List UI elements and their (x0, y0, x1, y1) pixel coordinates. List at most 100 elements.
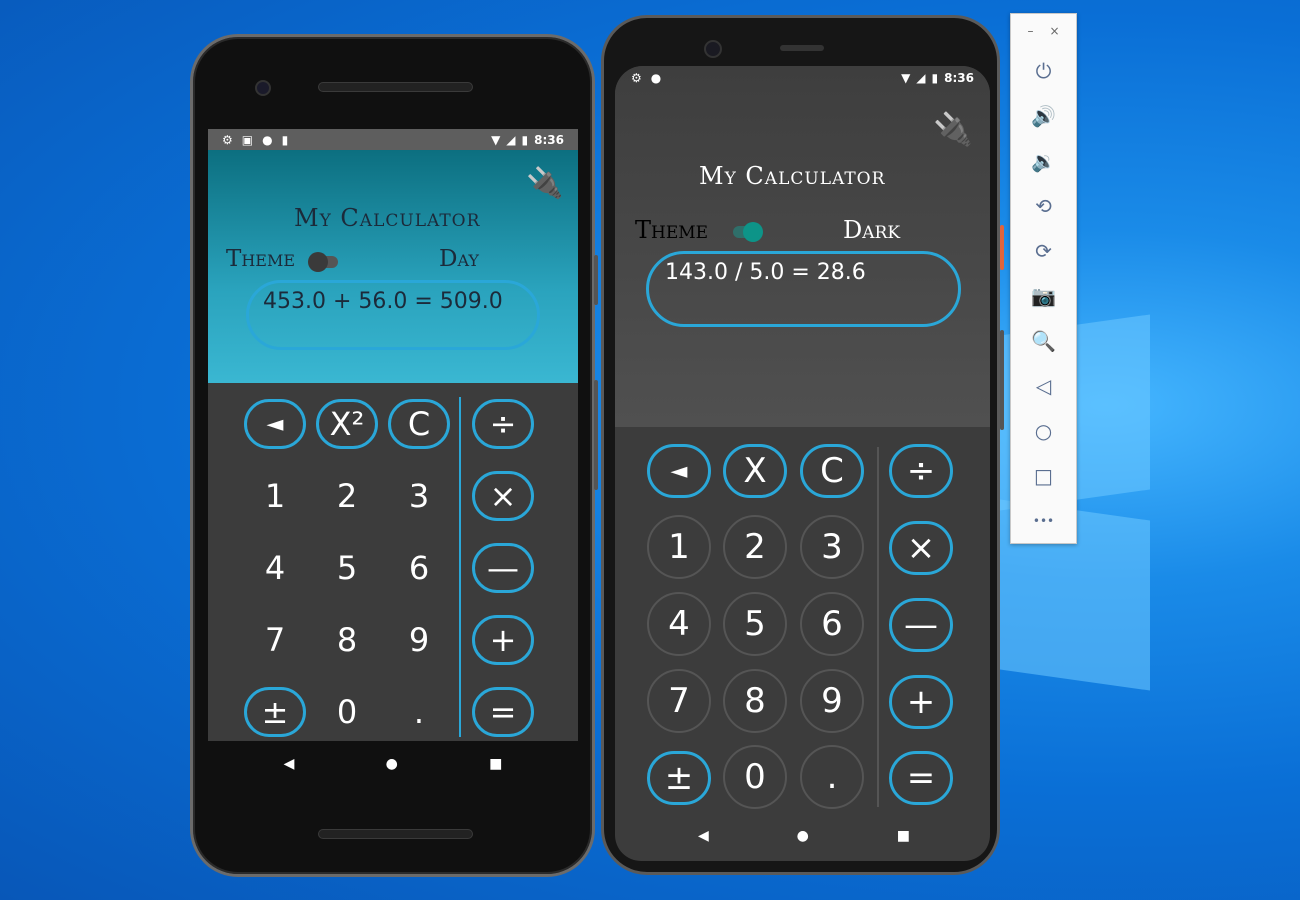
digit-7-button[interactable]: 7 (647, 669, 711, 733)
app-title: My Calculator (294, 204, 481, 232)
home-icon[interactable]: ○ (1011, 408, 1076, 453)
theme-label: Theme (226, 246, 296, 272)
bottom-speaker (318, 829, 473, 839)
digit-5-button[interactable]: 5 (723, 592, 787, 656)
clear-button[interactable]: C (800, 444, 864, 498)
negate-button[interactable]: ± (647, 751, 711, 805)
screen-dark: ⚙ ● ▼ ◢ ▮ 8:36 🔌 My Calculator Theme Dar… (615, 66, 990, 861)
zoom-icon[interactable]: 🔍 (1011, 318, 1076, 363)
nav-back-icon[interactable]: ◀ (698, 828, 709, 844)
multiply-button[interactable]: × (889, 521, 953, 575)
digit-1-button[interactable]: 1 (647, 515, 711, 579)
settings-icon: ⚙ (222, 132, 233, 147)
navigation-bar: ◀ ● ■ (238, 749, 548, 779)
digit-7-button[interactable]: 7 (244, 615, 306, 665)
digit-4-button[interactable]: 4 (647, 592, 711, 656)
minus-button[interactable]: — (472, 543, 534, 593)
digit-3-button[interactable]: 3 (800, 515, 864, 579)
phone-dark-theme: ⚙ ● ▼ ◢ ▮ 8:36 🔌 My Calculator Theme Dar… (601, 15, 1000, 875)
wifi-icon: ▼ (901, 71, 911, 85)
square-button[interactable]: X² (316, 399, 378, 449)
overview-icon[interactable]: □ (1011, 453, 1076, 498)
divide-button[interactable]: ÷ (472, 399, 534, 449)
more-icon[interactable]: ••• (1011, 498, 1076, 543)
volume-rocker (1000, 330, 1004, 430)
digit-3-button[interactable]: 3 (388, 471, 450, 521)
digit-0-button[interactable]: 0 (316, 687, 378, 737)
plus-button[interactable]: + (472, 615, 534, 665)
circle-icon: ● (650, 71, 662, 85)
divide-button[interactable]: ÷ (889, 444, 953, 498)
app-title: My Calculator (699, 162, 886, 190)
rotate-right-icon[interactable]: ⟳ (1011, 228, 1076, 273)
backspace-button[interactable]: ◄ (647, 444, 711, 498)
minimize-button[interactable]: – (1027, 24, 1033, 38)
nav-home-icon[interactable]: ● (386, 756, 398, 772)
nav-back-icon[interactable]: ◀ (284, 756, 295, 772)
mode-label: Dark (843, 216, 901, 244)
square-button[interactable]: X (723, 444, 787, 498)
multiply-button[interactable]: × (472, 471, 534, 521)
volume-down-icon[interactable]: 🔉 (1011, 138, 1076, 183)
keypad: ◄ X² C ÷ 1 2 3 × 4 5 6 — 7 8 9 + ± 0 . = (208, 383, 578, 741)
nav-recents-icon[interactable]: ■ (897, 828, 910, 844)
earpiece-speaker (318, 82, 473, 92)
keypad-divider (459, 397, 461, 737)
digit-2-button[interactable]: 2 (723, 515, 787, 579)
plus-button[interactable]: + (889, 675, 953, 729)
back-icon[interactable]: ◁ (1011, 363, 1076, 408)
theme-toggle[interactable] (308, 252, 338, 272)
screen-day: ⚙ ▣ ● ▮ ▼ ◢ ▮ 8:36 🔌 My Calculator Theme… (208, 129, 578, 741)
wifi-icon: ▼ (491, 132, 501, 147)
toggle-knob (743, 222, 763, 242)
earpiece-speaker (780, 45, 824, 51)
rotate-left-icon[interactable]: ⟲ (1011, 183, 1076, 228)
digit-9-button[interactable]: 9 (388, 615, 450, 665)
power-plug-icon[interactable]: 🔌 (526, 166, 563, 201)
minus-button[interactable]: — (889, 598, 953, 652)
toolbar-window-controls: – × (1011, 14, 1076, 48)
digit-4-button[interactable]: 4 (244, 543, 306, 593)
toggle-knob (308, 252, 328, 272)
keypad-divider (877, 447, 879, 807)
digit-5-button[interactable]: 5 (316, 543, 378, 593)
theme-label: Theme (635, 216, 709, 244)
signal-icon: ◢ (506, 132, 516, 147)
front-camera (704, 40, 722, 58)
notification-icon: ▣ (241, 132, 254, 147)
digit-6-button[interactable]: 6 (388, 543, 450, 593)
camera-icon[interactable]: 📷 (1011, 273, 1076, 318)
power-plug-icon[interactable]: 🔌 (933, 110, 973, 148)
close-button[interactable]: × (1049, 24, 1059, 38)
backspace-button[interactable]: ◄ (244, 399, 306, 449)
digit-8-button[interactable]: 8 (316, 615, 378, 665)
digit-2-button[interactable]: 2 (316, 471, 378, 521)
theme-toggle[interactable] (733, 222, 763, 242)
nav-home-icon[interactable]: ● (797, 828, 809, 844)
status-time: 8:36 (944, 71, 974, 85)
result-display: 453.0 + 56.0 = 509.0 (246, 280, 540, 350)
digit-1-button[interactable]: 1 (244, 471, 306, 521)
display-text: 453.0 + 56.0 = 509.0 (263, 289, 503, 314)
status-time: 8:36 (534, 132, 564, 147)
battery-icon: ▮ (931, 71, 939, 85)
result-display: 143.0 / 5.0 = 28.6 (646, 251, 961, 327)
decimal-button[interactable]: . (800, 745, 864, 809)
equals-button[interactable]: = (889, 751, 953, 805)
digit-6-button[interactable]: 6 (800, 592, 864, 656)
volume-up-icon[interactable]: 🔊 (1011, 93, 1076, 138)
sd-card-icon: ▮ (281, 132, 289, 147)
power-icon[interactable]: ⏻ (1011, 48, 1076, 93)
settings-icon: ⚙ (631, 71, 642, 85)
digit-0-button[interactable]: 0 (723, 745, 787, 809)
nav-recents-icon[interactable]: ■ (489, 756, 502, 772)
decimal-button[interactable]: . (388, 687, 450, 737)
calculator-header: 🔌 My Calculator Theme Day 453.0 + 56.0 =… (208, 150, 578, 383)
digit-8-button[interactable]: 8 (723, 669, 787, 733)
equals-button[interactable]: = (472, 687, 534, 737)
clear-button[interactable]: C (388, 399, 450, 449)
navigation-bar: ◀ ● ■ (654, 821, 954, 851)
emulator-toolbar: – × ⏻ 🔊 🔉 ⟲ ⟳ 📷 🔍 ◁ ○ □ ••• (1010, 13, 1077, 544)
negate-button[interactable]: ± (244, 687, 306, 737)
digit-9-button[interactable]: 9 (800, 669, 864, 733)
